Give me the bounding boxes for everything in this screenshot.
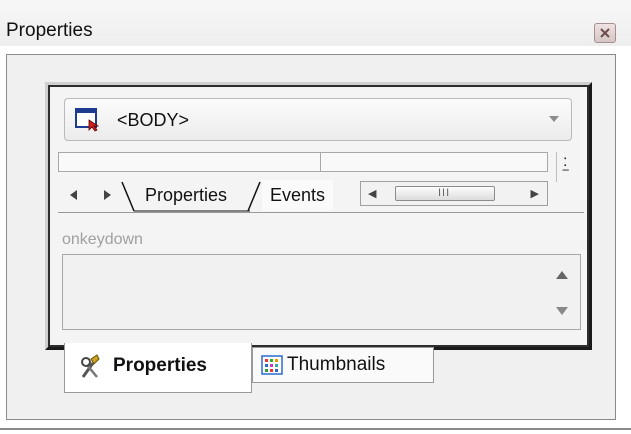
element-icon — [75, 108, 100, 132]
toolbar-divider — [320, 152, 321, 172]
toolbar-strip — [58, 152, 548, 172]
bottom-tab-thumbnails[interactable]: Thumbnails — [252, 347, 434, 383]
toolbar-options-button[interactable]: : ‾ — [556, 152, 584, 186]
scroll-right-icon[interactable]: ▶ — [531, 187, 539, 200]
arrow-right-icon[interactable] — [104, 190, 112, 200]
tools-icon — [81, 354, 100, 378]
bottom-tab-properties-label: Properties — [113, 355, 207, 376]
scroll-thumb[interactable]: III — [395, 186, 495, 201]
bottom-tab-properties[interactable]: Properties — [64, 343, 252, 393]
tab-properties[interactable]: Properties — [133, 180, 233, 211]
scroll-grip: III — [438, 187, 451, 199]
bottom-tab-thumbnails-label: Thumbnails — [287, 354, 386, 375]
event-handler-box[interactable] — [62, 254, 581, 330]
scroll-left-icon[interactable]: ◀ — [368, 187, 376, 200]
title-bar: Properties — [0, 0, 631, 46]
scroll-up-icon[interactable] — [556, 271, 568, 279]
thumbnails-grid-icon — [261, 355, 283, 375]
element-selector[interactable]: <BODY> — [64, 98, 572, 141]
bottom-border — [0, 428, 631, 430]
window-title: Properties — [6, 20, 93, 41]
dropdown-arrow-icon — [549, 116, 559, 122]
close-button[interactable] — [594, 23, 616, 43]
element-selector-value: <BODY> — [117, 110, 190, 130]
horizontal-scrollbar[interactable]: ◀ III ▶ — [360, 181, 548, 206]
scroll-down-icon[interactable] — [556, 307, 568, 315]
event-name: onkeydown — [62, 231, 143, 248]
arrow-left-icon[interactable] — [70, 190, 78, 200]
close-icon — [600, 28, 610, 38]
tab-events[interactable]: Events — [262, 180, 334, 211]
